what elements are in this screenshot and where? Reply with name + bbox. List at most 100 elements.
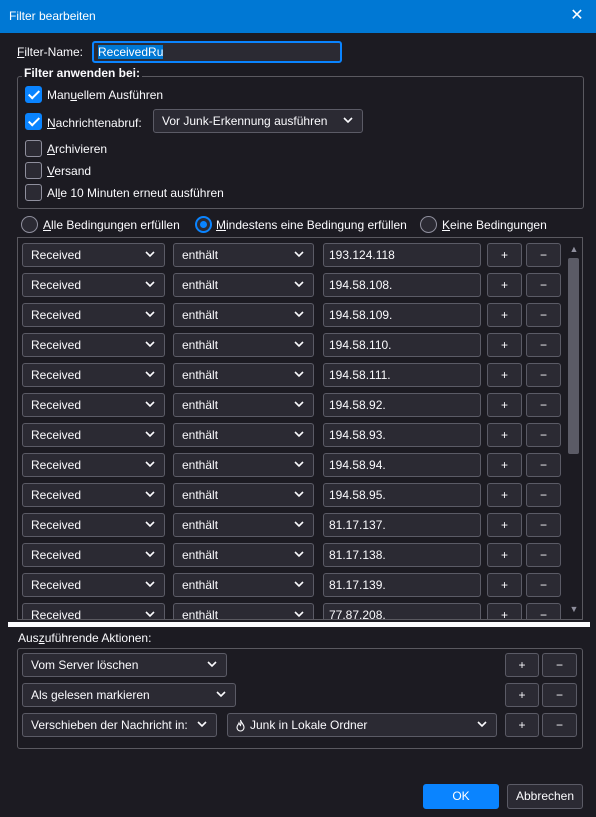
chevron-down-icon — [145, 371, 155, 378]
condition-operator-select[interactable]: enthält — [173, 363, 314, 387]
fetch-timing-select[interactable]: Vor Junk-Erkennung ausführen — [153, 109, 363, 133]
remove-condition-button[interactable]: − — [526, 333, 561, 357]
match-all-radio[interactable] — [21, 216, 38, 233]
add-condition-button[interactable]: + — [487, 573, 522, 597]
remove-condition-button[interactable]: − — [526, 273, 561, 297]
add-action-button[interactable]: + — [505, 683, 539, 707]
periodic-label: Alle 10 Minuten erneut ausführen — [47, 186, 224, 200]
condition-field-select[interactable]: Received — [22, 393, 165, 417]
remove-condition-button[interactable]: − — [526, 543, 561, 567]
add-action-button[interactable]: + — [505, 653, 539, 677]
action-select-delete[interactable]: Vom Server löschen — [22, 653, 227, 677]
archive-checkbox[interactable] — [25, 140, 42, 157]
condition-operator-select[interactable]: enthält — [173, 273, 314, 297]
close-icon[interactable]: ✕ — [566, 5, 588, 27]
condition-field-select[interactable]: Received — [22, 603, 165, 619]
condition-operator-select[interactable]: enthält — [173, 243, 314, 267]
cancel-button[interactable]: Abbrechen — [507, 784, 583, 809]
condition-field-select[interactable]: Received — [22, 243, 165, 267]
remove-condition-button[interactable]: − — [526, 513, 561, 537]
condition-field-select[interactable]: Received — [22, 333, 165, 357]
condition-value-input[interactable]: 194.58.111. — [323, 363, 481, 387]
chevron-down-icon — [294, 341, 304, 348]
remove-condition-button[interactable]: − — [526, 573, 561, 597]
condition-value-input[interactable]: 194.58.109. — [323, 303, 481, 327]
condition-operator-select[interactable]: enthält — [173, 333, 314, 357]
condition-field-select[interactable]: Received — [22, 543, 165, 567]
add-action-button[interactable]: + — [505, 713, 539, 737]
ok-button[interactable]: OK — [423, 784, 499, 809]
conditions-scrollbar[interactable]: ▲ ▼ — [565, 238, 582, 619]
chevron-down-icon — [294, 551, 304, 558]
scroll-thumb[interactable] — [568, 258, 579, 454]
splitter[interactable] — [8, 622, 590, 627]
match-none-radio[interactable] — [420, 216, 437, 233]
condition-operator-select[interactable]: enthält — [173, 513, 314, 537]
add-condition-button[interactable]: + — [487, 513, 522, 537]
remove-condition-button[interactable]: − — [526, 423, 561, 447]
add-condition-button[interactable]: + — [487, 453, 522, 477]
add-condition-button[interactable]: + — [487, 543, 522, 567]
add-condition-button[interactable]: + — [487, 273, 522, 297]
remove-condition-button[interactable]: − — [526, 303, 561, 327]
condition-field-select[interactable]: Received — [22, 483, 165, 507]
move-target-select[interactable]: Junk in Lokale Ordner — [227, 713, 497, 737]
condition-value-input[interactable]: 194.58.110. — [323, 333, 481, 357]
condition-row: Received enthält 194.58.95. + − — [18, 483, 566, 507]
condition-value-input[interactable]: 77.87.208. — [323, 603, 481, 619]
condition-value-input[interactable]: 81.17.139. — [323, 573, 481, 597]
remove-condition-button[interactable]: − — [526, 483, 561, 507]
condition-operator-select[interactable]: enthält — [173, 573, 314, 597]
scroll-up-icon[interactable]: ▲ — [569, 244, 579, 254]
action-select-mark-read[interactable]: Als gelesen markieren — [22, 683, 236, 707]
condition-value-input[interactable]: 194.58.108. — [323, 273, 481, 297]
manual-run-checkbox[interactable] — [25, 86, 42, 103]
condition-value-input[interactable]: 194.58.93. — [323, 423, 481, 447]
condition-value-input[interactable]: 193.124.118 — [323, 243, 481, 267]
match-any-radio[interactable] — [195, 216, 212, 233]
condition-field-select[interactable]: Received — [22, 363, 165, 387]
remove-condition-button[interactable]: − — [526, 363, 561, 387]
condition-field-select[interactable]: Received — [22, 453, 165, 477]
condition-value-input[interactable]: 194.58.94. — [323, 453, 481, 477]
remove-condition-button[interactable]: − — [526, 603, 561, 619]
condition-value-input[interactable]: 194.58.92. — [323, 393, 481, 417]
remove-condition-button[interactable]: − — [526, 453, 561, 477]
scroll-down-icon[interactable]: ▼ — [569, 604, 579, 614]
add-condition-button[interactable]: + — [487, 603, 522, 619]
fetch-checkbox[interactable] — [25, 113, 42, 130]
condition-value-input[interactable]: 194.58.95. — [323, 483, 481, 507]
chevron-down-icon — [294, 491, 304, 498]
condition-operator-select[interactable]: enthält — [173, 423, 314, 447]
remove-action-button[interactable]: − — [542, 713, 577, 737]
condition-field-select[interactable]: Received — [22, 573, 165, 597]
condition-operator-select[interactable]: enthält — [173, 543, 314, 567]
action-select-move[interactable]: Verschieben der Nachricht in: — [22, 713, 217, 737]
add-condition-button[interactable]: + — [487, 423, 522, 447]
condition-operator-select[interactable]: enthält — [173, 603, 314, 619]
condition-field-select[interactable]: Received — [22, 513, 165, 537]
add-condition-button[interactable]: + — [487, 363, 522, 387]
condition-operator-select[interactable]: enthält — [173, 483, 314, 507]
condition-field-select[interactable]: Received — [22, 423, 165, 447]
add-condition-button[interactable]: + — [487, 333, 522, 357]
remove-condition-button[interactable]: − — [526, 393, 561, 417]
add-condition-button[interactable]: + — [487, 483, 522, 507]
send-checkbox[interactable] — [25, 162, 42, 179]
add-condition-button[interactable]: + — [487, 243, 522, 267]
add-condition-button[interactable]: + — [487, 393, 522, 417]
condition-value-input[interactable]: 81.17.137. — [323, 513, 481, 537]
periodic-checkbox[interactable] — [25, 184, 42, 201]
remove-action-button[interactable]: − — [542, 683, 577, 707]
remove-condition-button[interactable]: − — [526, 243, 561, 267]
remove-action-button[interactable]: − — [542, 653, 577, 677]
filter-name-input[interactable]: ReceivedRu — [92, 41, 342, 63]
add-condition-button[interactable]: + — [487, 303, 522, 327]
condition-value-input[interactable]: 81.17.138. — [323, 543, 481, 567]
condition-field-select[interactable]: Received — [22, 273, 165, 297]
chevron-down-icon — [294, 281, 304, 288]
condition-operator-select[interactable]: enthält — [173, 303, 314, 327]
condition-field-select[interactable]: Received — [22, 303, 165, 327]
condition-operator-select[interactable]: enthält — [173, 453, 314, 477]
condition-operator-select[interactable]: enthält — [173, 393, 314, 417]
